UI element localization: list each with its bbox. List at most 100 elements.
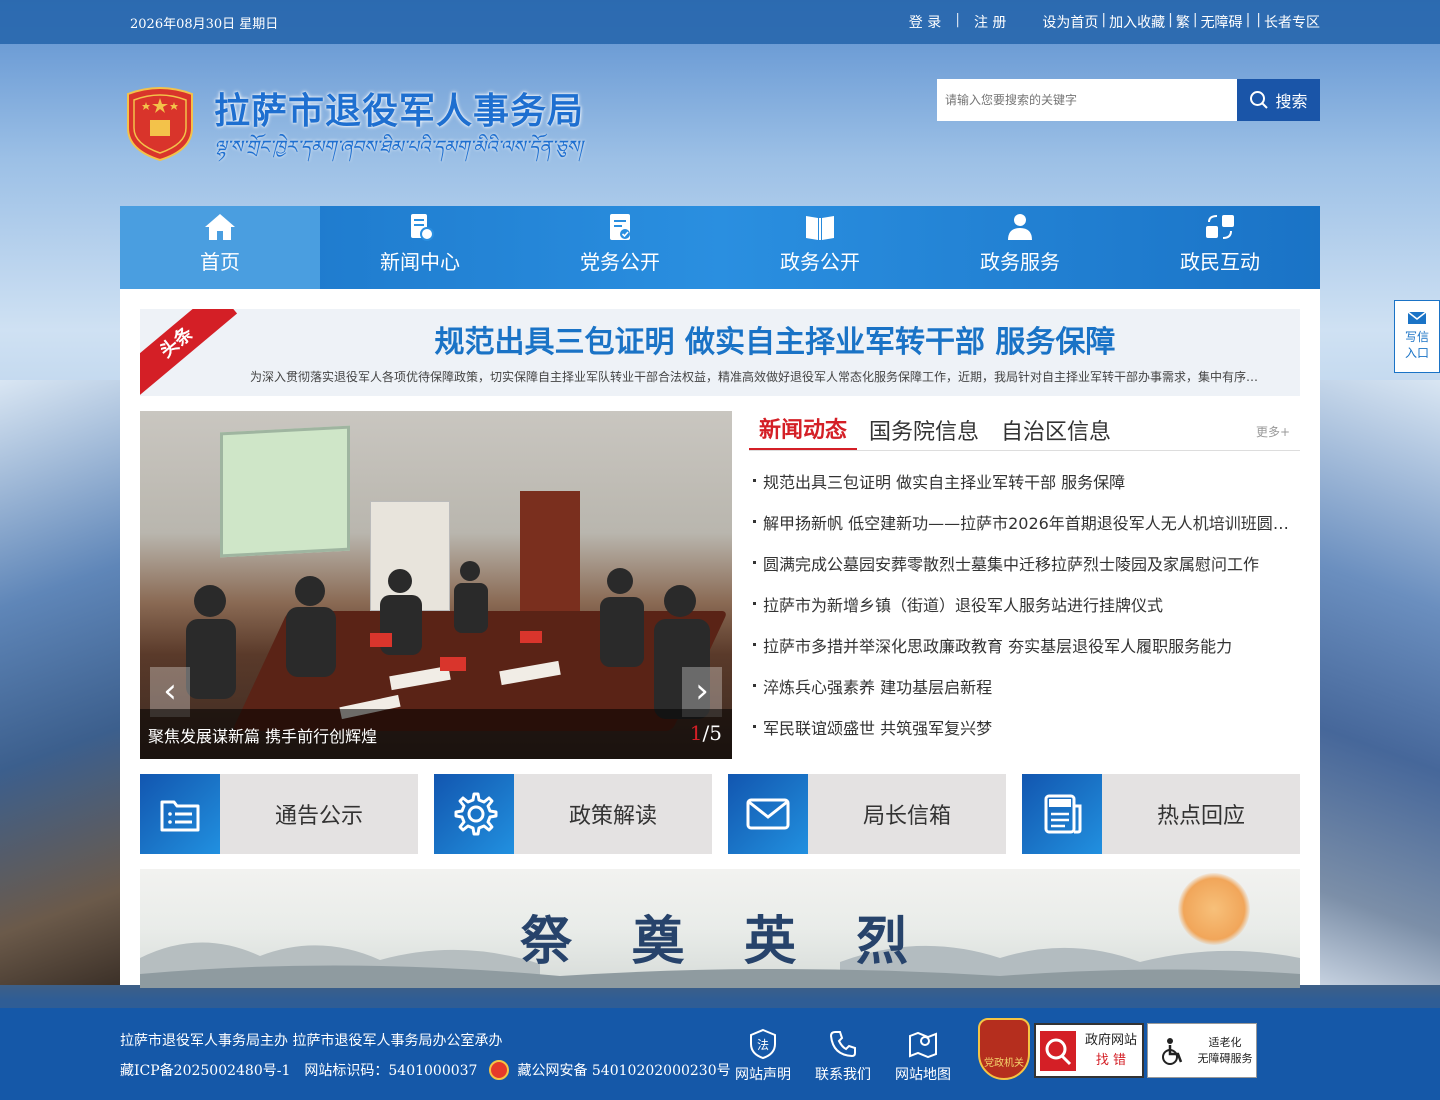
quick-notice[interactable]: 通告公示 [140,774,418,854]
accessibility-icon [1162,1037,1183,1065]
divider: | [1256,12,1261,28]
magnifier-error-icon [1040,1030,1076,1071]
news-item[interactable]: 解甲扬新帆 低空建新功——拉萨市2026年首期退役军人无人机培训班圆满结业 [749,510,1300,551]
accessibility-link[interactable]: 无障碍 [1201,12,1243,32]
more-link[interactable]: 更多+ [1256,423,1290,440]
main-nav: 首页 新闻中心 党务公开 政务公开 政务服务 政民互动 [120,206,1320,289]
banner-title: 祭奠英烈 [520,911,969,972]
nav-label: 政务服务 [980,250,1060,274]
memorial-banner[interactable]: 祭奠英烈 [140,869,1300,988]
notice-list-icon [160,800,200,832]
quick-hotspot[interactable]: 热点回应 [1022,774,1300,854]
nav-item-interaction[interactable]: 政民互动 [1120,206,1320,289]
search-icon [1250,91,1269,109]
slide-current: 1 [689,721,703,745]
nav-label: 党务公开 [580,250,660,274]
headline-description: 为深入贯彻落实退役军人各项优待保障政策，切实保障自主择业军队转业干部合法权益，精… [250,370,1270,384]
footer: 拉萨市退役军人事务局主办 拉萨市退役军人事务局办公室承办 藏ICP备202500… [0,1008,1440,1100]
envelope-icon [1407,311,1427,324]
photo-slider[interactable]: ‹ › 聚焦发展谋新篇 携手前行创辉煌 1/5 [140,411,732,759]
nav-item-party[interactable]: 党务公开 [520,206,720,289]
exchange-icon [1206,215,1234,239]
divider: | [1101,12,1107,28]
headline-title[interactable]: 规范出具三包证明 做实自主择业军转干部 服务保障 [250,317,1300,361]
book-icon [806,216,834,240]
gov-find-line2: 找 错 [1095,1052,1127,1068]
site-title: 拉萨市退役军人事务局 [214,91,585,132]
slide-caption[interactable]: 聚焦发展谋新篇 携手前行创辉煌 [140,709,732,759]
footer-link-contact[interactable]: 联系我们 [815,1028,871,1084]
nav-item-home[interactable]: 首页 [120,206,320,289]
gov-find-line1: 政府网站 [1084,1032,1137,1048]
newspaper-icon [1044,794,1082,834]
map-pin-icon [909,1031,937,1059]
quick-policy[interactable]: 政策解读 [434,774,712,854]
footer-link-label: 联系我们 [815,1067,871,1083]
footer-link-label: 网站声明 [735,1067,791,1083]
news-item[interactable]: 拉萨市为新增乡镇（街道）退役军人服务站进行挂牌仪式 [749,592,1300,633]
news-item[interactable]: 淬炼兵心强素养 建功基层启新程 [749,674,1300,715]
news-icon [411,214,434,241]
home-icon [205,214,235,240]
gear-icon [454,792,498,836]
elder-zone-link[interactable]: 长者专区 [1264,12,1320,32]
news-item[interactable]: 规范出具三包证明 做实自主择业军转干部 服务保障 [749,469,1300,510]
gov-website-error-finder[interactable]: 政府网站找 错 [1034,1023,1144,1078]
search-button-label: 搜索 [1275,92,1308,111]
slide-total: 5 [709,721,722,745]
quick-mailbox[interactable]: 局长信箱 [728,774,1006,854]
add-favorite-link[interactable]: 加入收藏 [1109,12,1165,32]
tab-state-council[interactable]: 国务院信息 [859,414,989,450]
divider: | [1168,12,1173,28]
nav-item-news[interactable]: 新闻中心 [320,206,520,289]
site-identifier: 网站标识码：5401000037 [304,1063,478,1079]
footer-link-sitemap[interactable]: 网站地图 [895,1028,951,1084]
news-list: 规范出具三包证明 做实自主择业军转干部 服务保障 解甲扬新帆 低空建新功——拉萨… [749,469,1300,756]
divider: | [1245,12,1251,28]
quick-label: 热点回应 [1156,804,1245,829]
divider: | [1192,12,1198,28]
write-letter-entry[interactable]: 写信 入口 [1394,300,1440,373]
bureau-emblem-icon[interactable] [120,84,200,162]
tab-autonomous-region[interactable]: 自治区信息 [991,414,1121,450]
quick-label: 政策解读 [568,804,657,829]
news-item[interactable]: 圆满完成公墓园安葬零散烈士墓集中迁移拉萨烈士陵园及家属慰问工作 [749,551,1300,592]
news-item[interactable]: 拉萨市多措并举深化思政廉政教育 夯实基层退役军人履职服务能力 [749,633,1300,674]
quick-links: 通告公示 政策解读 局长信箱 热点回应 [140,774,1300,854]
party-gov-badge[interactable]: 党政机关 [978,1018,1030,1080]
elder-line2: 无障碍服务 [1197,1051,1253,1065]
footer-link-statement[interactable]: 法 网站声明 [735,1028,791,1084]
register-link[interactable]: 注 册 [974,12,1006,32]
slide-photo-people [186,561,710,720]
law-shield-icon: 法 [750,1028,776,1060]
headline-tag: 头条 [140,309,238,396]
slide-projection-screen [220,425,350,558]
icp-number[interactable]: 藏ICP备2025002480号-1 [120,1060,290,1080]
nav-label: 政务公开 [780,250,860,274]
login-link[interactable]: 登 录 [909,12,941,32]
svg-text:法: 法 [757,1038,769,1052]
elder-accessibility-service[interactable]: 适老化 无障碍服务 [1147,1023,1257,1078]
search-input[interactable] [937,79,1237,121]
tab-news-dynamics[interactable]: 新闻动态 [749,412,858,450]
quick-label: 通告公示 [274,804,363,829]
party-doc-icon [610,214,630,240]
current-date: 2026年08月30日 星期日 [130,17,279,32]
service-user-icon [1008,214,1032,240]
set-home-link[interactable]: 设为首页 [1042,12,1098,32]
headline-banner[interactable]: 头条 规范出具三包证明 做实自主择业军转干部 服务保障 为深入贯彻落实退役军人各… [140,309,1300,396]
traditional-chinese-link[interactable]: 繁 [1176,12,1190,32]
police-record[interactable]: 藏公网安备 54010202000230号 [517,1060,730,1080]
nav-label: 首页 [200,250,240,274]
main-content: 头条 规范出具三包证明 做实自主择业军转干部 服务保障 为深入贯彻落实退役军人各… [120,289,1320,988]
background-mountain-left [0,380,130,985]
mail-icon [746,798,790,830]
news-item[interactable]: 军民联谊颂盛世 共筑强军复兴梦 [749,715,1300,756]
phone-icon [829,1031,856,1058]
nav-item-gov-affairs[interactable]: 政务公开 [720,206,920,289]
nav-item-gov-service[interactable]: 政务服务 [920,206,1120,289]
news-tabs: 新闻动态 国务院信息 自治区信息 更多+ [749,411,1300,451]
background-mountain-right [1310,380,1440,985]
footer-registration: 藏ICP备2025002480号-1 网站标识码：5401000037 藏公网安… [120,1060,731,1080]
search-button[interactable]: 搜索 [1237,79,1320,121]
